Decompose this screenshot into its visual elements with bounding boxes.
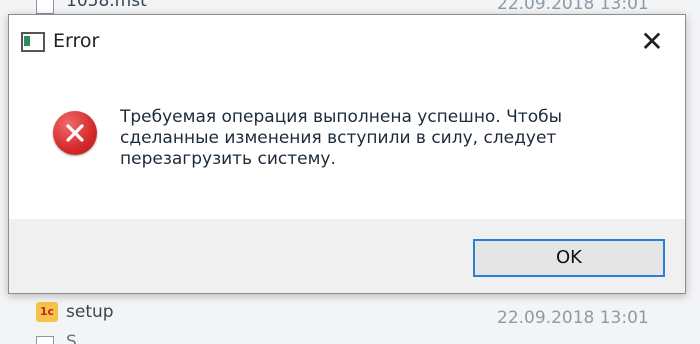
dialog-footer: OK: [9, 219, 685, 293]
file-row-setup[interactable]: 1c setup 22.09.2018 13:01: [0, 300, 700, 330]
setup-icon: 1c: [36, 302, 58, 322]
file-row-partial[interactable]: S...: [0, 330, 700, 344]
close-icon: ✕: [640, 25, 664, 58]
ok-button[interactable]: OK: [473, 239, 665, 277]
file-icon: [36, 336, 54, 344]
file-name: setup: [66, 302, 114, 322]
file-icon: [36, 0, 54, 14]
desktop-stage: 1058.mst 22.09.2018 13:01 1c setup 22.09…: [0, 0, 700, 344]
dialog-titlebar[interactable]: Error ✕: [9, 15, 685, 69]
file-name: S...: [66, 332, 94, 344]
error-message: Требуемая операция выполнена успешно. Чт…: [120, 107, 562, 169]
error-icon: [53, 111, 97, 155]
close-button[interactable]: ✕: [635, 25, 669, 59]
error-dialog: Error ✕ Требуемая операция выполнена усп…: [8, 14, 686, 294]
file-date: 22.09.2018 13:01: [497, 308, 649, 328]
dialog-title: Error: [53, 30, 100, 52]
file-date: 22.09.2018 13:01: [497, 0, 649, 14]
app-window-icon: [21, 32, 45, 52]
file-name: 1058.mst: [66, 0, 147, 11]
dialog-content: Требуемая операция выполнена успешно. Чт…: [9, 69, 685, 219]
